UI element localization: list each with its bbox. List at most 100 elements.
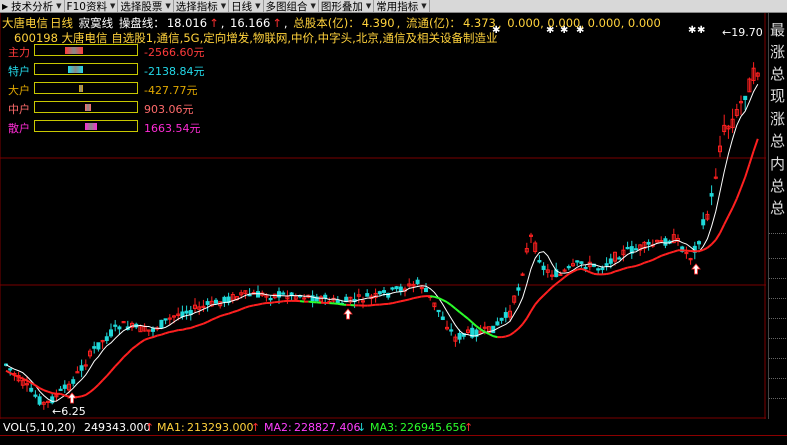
ma-slow-line-segment bbox=[258, 304, 262, 305]
ma-slow-line-segment bbox=[308, 302, 312, 303]
up-arrow-icon: ↑ bbox=[464, 421, 473, 434]
candle bbox=[450, 330, 453, 331]
ma-slow-line-segment bbox=[544, 291, 548, 295]
toolbar-button-5[interactable]: 多图组合▼ bbox=[264, 0, 319, 12]
ma-slow-line-segment bbox=[640, 263, 644, 265]
chevron-down-icon: ▼ bbox=[255, 2, 260, 10]
candle bbox=[437, 310, 440, 311]
toolbar-button-6[interactable]: 图形叠加▼ bbox=[319, 0, 374, 12]
ma-slow-line-segment bbox=[539, 295, 543, 299]
candle bbox=[744, 96, 747, 99]
money-flow-label: 大户 bbox=[8, 82, 34, 98]
guben-label: 总股本(亿)： bbox=[293, 16, 359, 30]
candle bbox=[38, 397, 41, 404]
ma-slow-line-segment bbox=[523, 318, 527, 324]
ma-slow-line-segment bbox=[548, 287, 552, 291]
money-flow-label: 主力 bbox=[8, 44, 34, 60]
candle bbox=[416, 280, 419, 284]
side-divider bbox=[769, 358, 787, 359]
ma-slow-line-segment bbox=[611, 271, 615, 273]
candle bbox=[9, 369, 12, 370]
chevron-down-icon: ▼ bbox=[56, 2, 61, 10]
ma-slow-line-segment bbox=[90, 389, 94, 392]
ma-slow-line-segment bbox=[455, 309, 459, 312]
money-flow-bar bbox=[85, 123, 97, 130]
ma-slow-line-segment bbox=[661, 254, 665, 255]
side-field-label: 最 bbox=[770, 21, 787, 40]
ma-slow-line-segment bbox=[44, 390, 48, 392]
candle bbox=[425, 288, 428, 291]
money-flow-bar bbox=[85, 104, 91, 111]
toolbar-button-1[interactable]: F10资料▼ bbox=[65, 0, 119, 12]
ma-slow-line-segment bbox=[632, 266, 636, 267]
ma-slow-line-segment bbox=[6, 371, 10, 373]
ma-slow-line-segment bbox=[397, 301, 401, 302]
caopan-label: 操盘线： bbox=[119, 16, 165, 30]
ma-slow-line-segment bbox=[741, 177, 745, 188]
toolbar-button-2[interactable]: 选择股票▼ bbox=[118, 0, 173, 12]
candle bbox=[206, 302, 209, 305]
ma-slow-line-segment bbox=[754, 139, 758, 151]
ma-slow-line-segment bbox=[94, 385, 98, 389]
ma-slow-line-segment bbox=[594, 274, 598, 275]
candle bbox=[576, 261, 579, 262]
ma-slow-line-segment bbox=[636, 265, 640, 266]
candle bbox=[626, 247, 629, 248]
toolbar-button-label: 选择股票 bbox=[120, 0, 162, 14]
toolbar-button-3[interactable]: 选择指标▼ bbox=[174, 0, 229, 12]
toolbar-button-4[interactable]: 日线▼ bbox=[229, 0, 263, 12]
candle bbox=[584, 267, 587, 268]
ma-slow-line-segment bbox=[518, 324, 522, 328]
ma-slow-line-segment bbox=[392, 302, 396, 303]
liutong-value: 4.373 bbox=[463, 16, 496, 30]
ma-slow-line-segment bbox=[510, 332, 514, 335]
ma-slow-line-segment bbox=[699, 250, 703, 251]
ma-slow-line-segment bbox=[145, 338, 149, 340]
candle bbox=[441, 317, 444, 319]
kline-chart[interactable]: ←19.70←6.25✱✱✱✱✱✱ 大唐电信日线 寂寞线 操盘线：18.016↑… bbox=[0, 13, 766, 419]
side-divider bbox=[769, 398, 787, 399]
toolbar-button-7[interactable]: 常用指标▼ bbox=[374, 0, 429, 12]
ma-slow-line-segment bbox=[703, 248, 707, 250]
money-flow-label: 中户 bbox=[8, 101, 34, 117]
toolbar-button-0[interactable]: ▶技术分析▼ bbox=[0, 0, 65, 12]
ma-slow-line-segment bbox=[254, 305, 258, 306]
ma-slow-line-segment bbox=[430, 296, 434, 297]
candle bbox=[395, 287, 398, 289]
ma-slow-line-segment bbox=[443, 300, 447, 302]
candle bbox=[710, 194, 713, 197]
ma-slow-line-segment bbox=[128, 349, 132, 353]
guben-value: 4.390 bbox=[362, 16, 395, 30]
ma-slow-line-segment bbox=[82, 395, 86, 396]
toolbar-button-label: 多图组合 bbox=[266, 0, 308, 14]
high-price-label: ←19.70 bbox=[722, 26, 763, 39]
ma-slow-line-segment bbox=[720, 224, 724, 233]
toolbar-button-label: 选择指标 bbox=[176, 0, 218, 14]
candle bbox=[59, 389, 62, 390]
candle bbox=[567, 267, 570, 268]
candle bbox=[504, 313, 507, 318]
candle bbox=[110, 330, 113, 336]
candle bbox=[366, 294, 369, 297]
money-flow-label: 散户 bbox=[8, 120, 34, 136]
candle bbox=[257, 292, 260, 297]
ma-slow-line-segment bbox=[250, 305, 254, 306]
ma-slow-line-segment bbox=[733, 199, 737, 208]
side-field-label: 总 bbox=[770, 177, 787, 196]
toolbar-button-label: F10资料 bbox=[67, 0, 107, 14]
ma1-value: 213293.000 bbox=[187, 421, 253, 434]
ma-slow-line-segment bbox=[124, 353, 128, 357]
ma-slow-line-segment bbox=[136, 343, 140, 346]
money-flow-bar-frame bbox=[34, 101, 138, 113]
candle bbox=[698, 242, 701, 244]
chevron-down-icon: ▼ bbox=[311, 2, 316, 10]
ma-slow-line-segment bbox=[132, 346, 136, 349]
money-flow-value: 1663.54元 bbox=[144, 120, 201, 136]
ma-slow-line-segment bbox=[665, 253, 669, 254]
ma-slow-line-segment bbox=[182, 329, 186, 330]
ma-slow-line-segment bbox=[405, 299, 409, 300]
side-field-label: 涨 bbox=[770, 110, 787, 129]
ma-slow-line-segment bbox=[187, 328, 191, 329]
ma-slow-line-segment bbox=[174, 330, 178, 331]
ma-slow-line-segment bbox=[338, 304, 342, 305]
